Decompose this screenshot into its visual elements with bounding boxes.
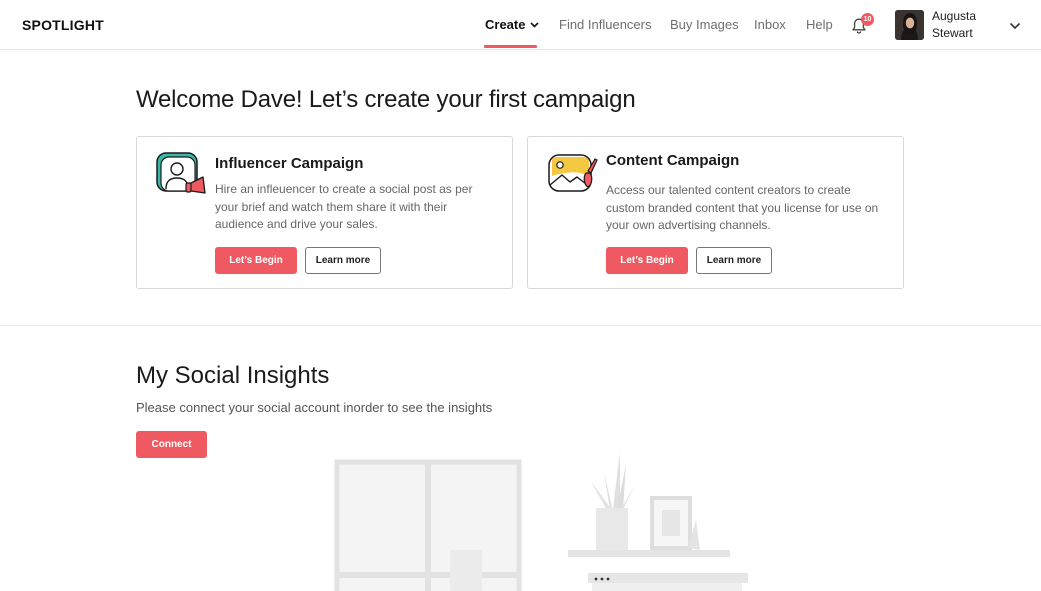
user-name[interactable]: Augusta Stewart [932,8,1002,42]
nav-help[interactable]: Help [806,17,833,32]
card-title: Content Campaign [606,152,740,169]
active-nav-indicator [484,45,537,48]
card-title: Influencer Campaign [215,155,364,172]
chevron-down-icon [530,22,540,28]
card-description: Access our talented content creators to … [606,183,879,232]
top-navigation-bar: SPOTLIGHT Create Find Influencers Buy Im… [0,0,1041,50]
influencer-campaign-card: Influencer Campaign Hire an infleuencer … [136,136,513,289]
card-description: Hire an infleuencer to create a social p… [215,182,473,231]
logo[interactable]: SPOTLIGHT [22,17,104,33]
avatar[interactable] [895,10,924,40]
nav-inbox[interactable]: Inbox [754,17,786,32]
lets-begin-button[interactable]: Let’s Begin [215,247,297,274]
megaphone-person-icon [156,152,206,194]
learn-more-button[interactable]: Learn more [305,247,381,274]
chevron-down-icon[interactable] [1009,21,1021,31]
nav-create-dropdown[interactable]: Create [485,17,540,32]
lets-begin-button[interactable]: Let’s Begin [606,247,688,274]
page-title: Welcome Dave! Let’s create your first ca… [136,86,636,113]
section-subtitle: Please connect your social account inord… [136,400,493,415]
content-campaign-card: Content Campaign Access our talented con… [527,136,904,289]
nav-buy-images[interactable]: Buy Images [670,17,739,32]
section-divider [0,325,1041,326]
notification-badge: 10 [861,13,874,26]
nav-create-label: Create [485,17,526,32]
section-title: My Social Insights [136,362,330,389]
connect-button[interactable]: Connect [136,431,207,458]
learn-more-button[interactable]: Learn more [696,247,772,274]
nav-find-influencers[interactable]: Find Influencers [559,17,652,32]
empty-state-illustration [334,452,748,591]
image-brush-icon [548,154,598,192]
